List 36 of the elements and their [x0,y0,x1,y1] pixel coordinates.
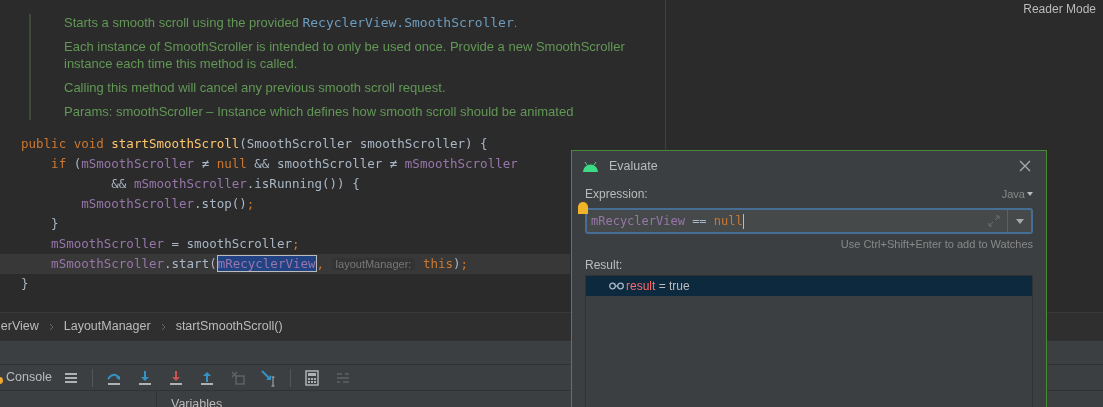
code-line: } [50,215,59,233]
doc-link[interactable]: RecyclerView.SmoothScroller [302,15,514,30]
code-line: && mSmoothScroller.isRunning()) { [110,175,360,193]
run-to-cursor-icon[interactable] [259,368,278,387]
expression-label: Expression: [585,186,648,203]
dialog-title: Evaluate [609,157,658,175]
result-label: Result: [585,258,624,272]
caret-icon [1015,218,1024,224]
doc-paragraph: Each instance of SmoothScroller is intended to only be used once. Provide a new SmoothScroller instance each time this method is called. [64,38,626,72]
code-line: if (mSmoothScroller ≠ null && smoothScroller ≠ mSmoothScroller [50,155,518,173]
code-line: mSmoothScroller.stop(); [80,195,255,213]
code-line: mSmoothScroller.start(mRecyclerView, layoutManager: this); [50,254,469,274]
watches-hint: Use Ctrl+Shift+Enter to add to Watches [840,237,1033,251]
calculator-icon[interactable] [302,368,321,387]
expression-field[interactable]: mRecyclerView == null [585,208,1033,234]
code-line: } [21,275,29,293]
close-button[interactable] [1019,160,1031,172]
caret-icon [1027,192,1033,196]
breadcrumb[interactable]: LayoutManager [63,317,151,336]
chevron-icon [48,322,54,331]
doc-paragraph: Calling this method will cancel any previous smooth scroll request. [64,79,447,96]
result-value: = true [657,278,690,295]
doc-paragraph: Starts a smooth scroll using the provided RecyclerView.SmoothScroller. [64,14,519,31]
result-row[interactable]: result = true [586,276,1032,296]
android-icon [582,160,599,172]
console-tab[interactable]: Console [0,368,52,387]
breadcrumb[interactable]: startSmoothScroll() [175,317,283,336]
close-icon [1019,160,1031,172]
code-line: public void startSmoothScroll(SmoothScroller smoothScroller) { [21,135,488,153]
chevron-icon [160,322,166,331]
glasses-icon [609,282,624,290]
code-line: mSmoothScroller = smoothScroller; [50,235,300,253]
doc-paragraph: Params: smoothScroller – Instance which defines how smooth scroll should be animated [64,103,575,120]
lightbulb-icon [578,202,588,214]
result-name: result [626,278,656,295]
reader-mode-link[interactable]: Reader Mode [1023,0,1103,18]
